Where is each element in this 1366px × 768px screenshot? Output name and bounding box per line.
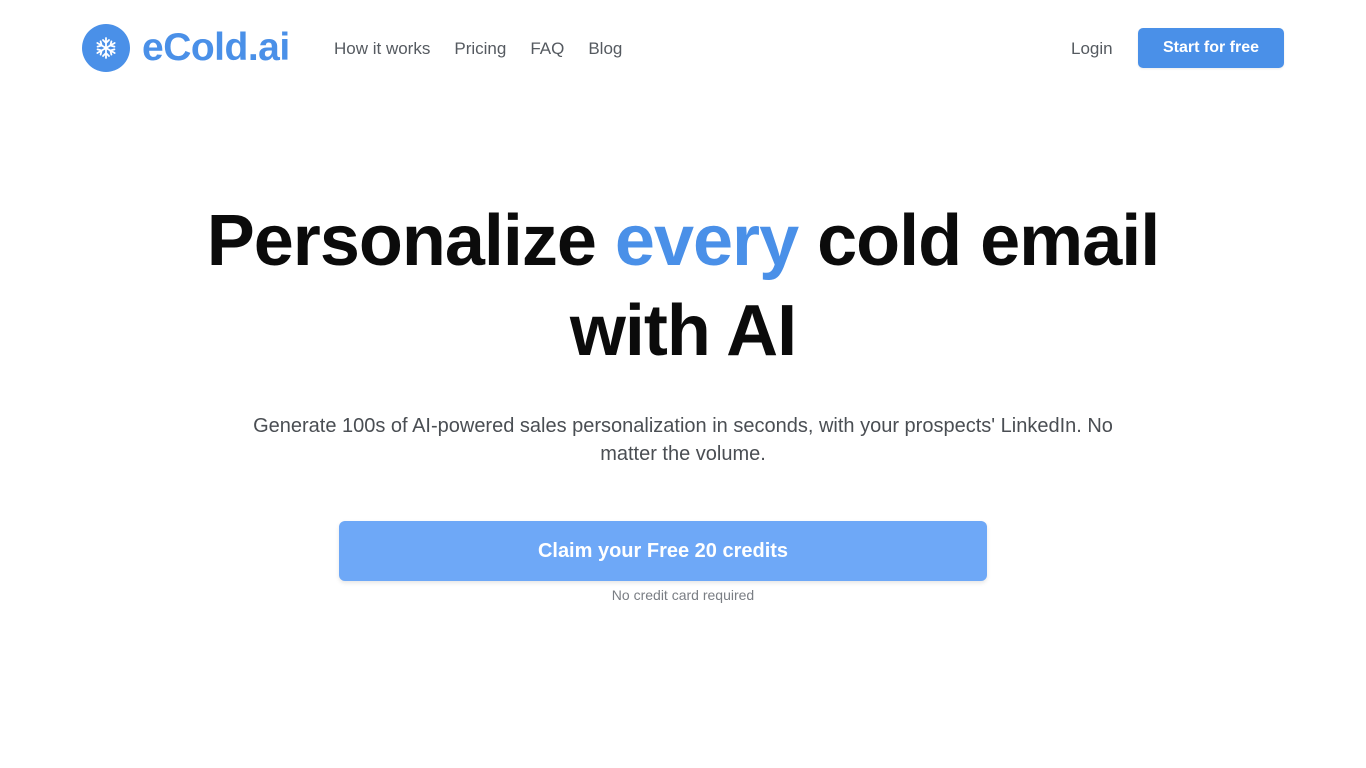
logo-text: eCold.ai [142, 26, 290, 69]
no-credit-card-note: No credit card required [611, 587, 755, 603]
nav-faq[interactable]: FAQ [530, 36, 564, 62]
nav-how-it-works[interactable]: How it works [334, 36, 430, 62]
hero-title: Personalize every cold email with AI [0, 196, 1366, 376]
start-for-free-button[interactable]: Start for free [1138, 28, 1284, 68]
snowflake-icon [82, 24, 130, 72]
top-header: eCold.ai How it works Pricing FAQ Blog L… [0, 0, 1366, 97]
nav-blog[interactable]: Blog [588, 36, 622, 62]
landing-page: eCold.ai How it works Pricing FAQ Blog L… [0, 0, 1366, 768]
logo-link[interactable]: eCold.ai [82, 24, 290, 72]
main-nav: How it works Pricing FAQ Blog [334, 36, 622, 62]
nav-pricing[interactable]: Pricing [454, 36, 506, 62]
hero-title-accent: every [614, 201, 799, 281]
hero-title-part1: Personalize [206, 201, 615, 281]
hero-title-part2: cold email [798, 201, 1160, 281]
login-link[interactable]: Login [1071, 36, 1113, 62]
claim-credits-button[interactable]: Claim your Free 20 credits [339, 521, 987, 581]
hero-subtitle: Generate 100s of AI-powered sales person… [253, 415, 1113, 465]
hero-title-line2: with AI [569, 291, 797, 371]
